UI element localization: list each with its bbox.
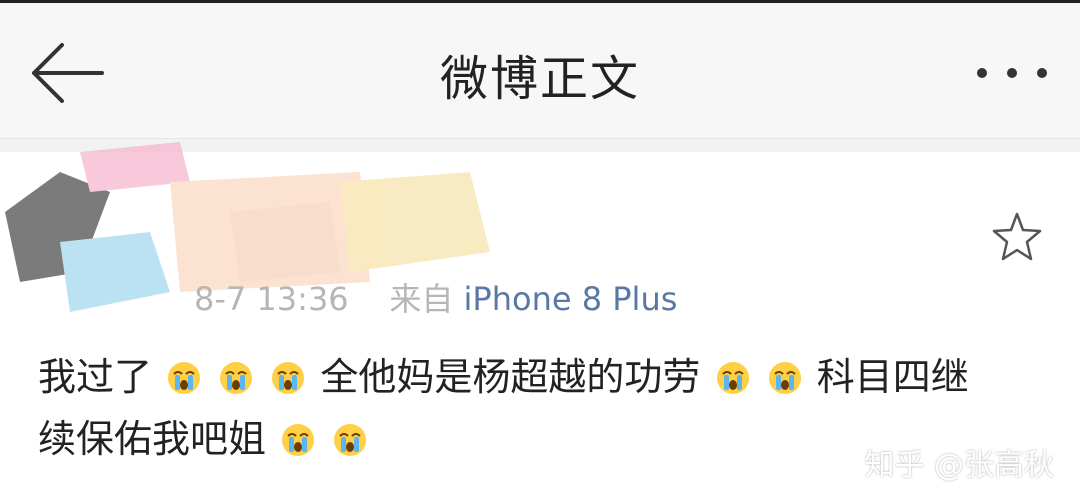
star-outline-icon [992, 212, 1042, 261]
crying-face-emoji [334, 424, 367, 456]
crying-face-emoji [282, 424, 315, 456]
post-meta: 8-7 13:36 来自 iPhone 8 Plus [194, 274, 677, 320]
body-text-segment: 我过了 [38, 355, 153, 399]
crying-face-emoji [768, 362, 801, 394]
zhihu-watermark: 知乎 @张高秋 [864, 448, 1054, 483]
source-label: 来自 [389, 280, 454, 318]
body-text-segment: 续保佑我吧姐 [38, 417, 267, 461]
section-divider [0, 138, 1080, 153]
more-dots-icon [977, 68, 1047, 78]
page-title: 微博正文 [439, 51, 640, 107]
favorite-button[interactable] [990, 210, 1044, 264]
crying-face-emoji [220, 362, 253, 394]
source-device-link[interactable]: iPhone 8 Plus [464, 280, 678, 318]
crying-face-emoji [272, 362, 305, 394]
more-options-button[interactable] [972, 53, 1052, 93]
post-time: 8-7 13:36 [194, 280, 349, 318]
body-text-segment: 科目四继 [816, 355, 969, 399]
top-navigation-bar: 微博正文 [0, 0, 1080, 138]
crying-face-emoji [716, 362, 749, 394]
crying-face-emoji [168, 362, 201, 394]
body-text-segment: 全他妈是杨超越的功劳 [320, 355, 701, 399]
